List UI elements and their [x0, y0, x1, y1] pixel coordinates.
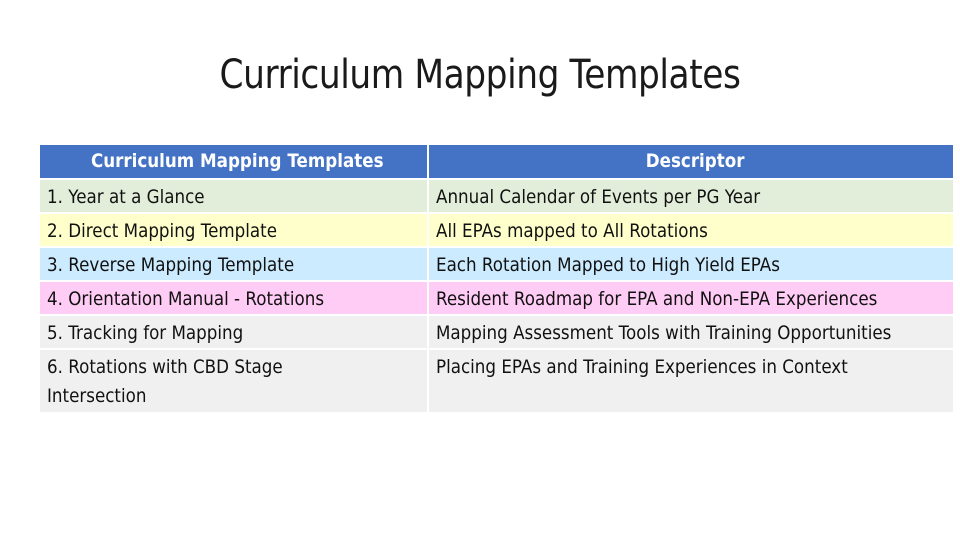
template-cell: 3. Reverse Mapping Template: [40, 248, 429, 282]
descriptor-cell: Each Rotation Mapped to High Yield EPAs: [429, 248, 954, 282]
template-cell: 5. Tracking for Mapping: [40, 316, 429, 350]
table-row: 5. Tracking for Mapping Mapping Assessme…: [40, 316, 954, 350]
header-descriptor: Descriptor: [429, 145, 954, 180]
templates-table: Curriculum Mapping Templates Descriptor …: [40, 145, 954, 414]
table-header-row: Curriculum Mapping Templates Descriptor: [40, 145, 954, 180]
table-row: 1. Year at a Glance Annual Calendar of E…: [40, 180, 954, 214]
template-cell: 6. Rotations with CBD Stage Intersection: [40, 350, 429, 414]
template-cell: 1. Year at a Glance: [40, 180, 429, 214]
table-row: 6. Rotations with CBD Stage Intersection…: [40, 350, 954, 414]
header-templates: Curriculum Mapping Templates: [40, 145, 429, 180]
slide-title: Curriculum Mapping Templates: [219, 52, 741, 98]
descriptor-cell: Placing EPAs and Training Experiences in…: [429, 350, 954, 414]
descriptor-cell: All EPAs mapped to All Rotations: [429, 214, 954, 248]
descriptor-cell: Resident Roadmap for EPA and Non-EPA Exp…: [429, 282, 954, 316]
descriptor-cell: Mapping Assessment Tools with Training O…: [429, 316, 954, 350]
template-cell: 4. Orientation Manual - Rotations: [40, 282, 429, 316]
descriptor-cell: Annual Calendar of Events per PG Year: [429, 180, 954, 214]
table-row: 3. Reverse Mapping Template Each Rotatio…: [40, 248, 954, 282]
template-cell: 2. Direct Mapping Template: [40, 214, 429, 248]
table-row: 2. Direct Mapping Template All EPAs mapp…: [40, 214, 954, 248]
table-row: 4. Orientation Manual - Rotations Reside…: [40, 282, 954, 316]
